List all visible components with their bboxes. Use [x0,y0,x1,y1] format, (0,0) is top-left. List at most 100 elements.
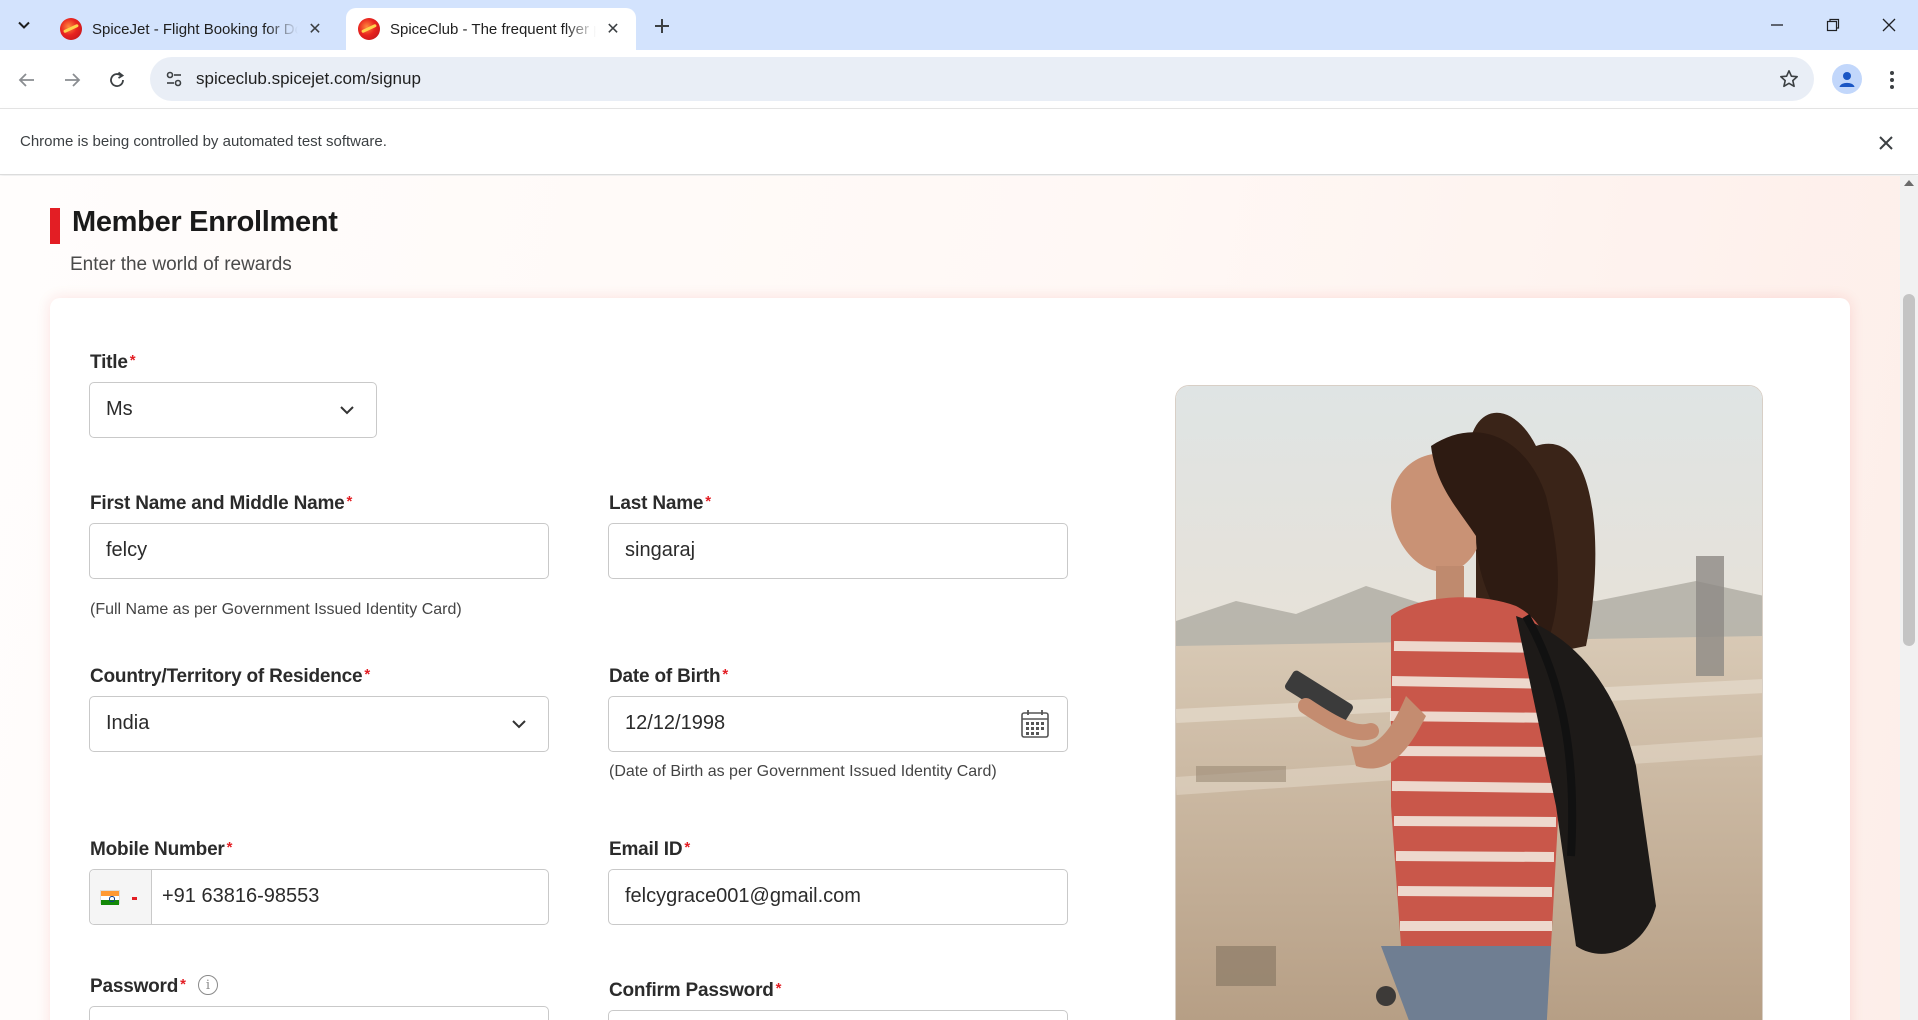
star-icon [1780,70,1798,88]
country-label-text: Country/Territory of Residence [90,666,363,687]
first-name-label-text: First Name and Middle Name [90,493,345,514]
site-info-button[interactable] [160,65,188,93]
tab-search-button[interactable] [8,11,40,39]
infobar-message: Chrome is being controlled by automated … [20,133,387,150]
title-select-value: Ms [106,398,133,420]
india-flag-icon [100,890,120,905]
required-mark: * [684,839,691,856]
dob-input[interactable]: 12/12/1998 [608,696,1068,752]
scrollbar-thumb[interactable] [1903,294,1915,646]
last-name-value: singaraj [625,539,696,561]
dob-value: 12/12/1998 [625,712,726,734]
required-mark: * [722,666,729,683]
tab-spiceclub[interactable]: SpiceClub - The frequent flyer program ✕ [346,8,636,50]
bookmark-button[interactable] [1776,66,1802,92]
chevron-down-icon [340,406,354,415]
address-bar[interactable]: spiceclub.spicejet.com/signup [150,57,1814,101]
new-tab-button[interactable] [648,12,676,40]
automation-infobar: Chrome is being controlled by automated … [0,108,1918,175]
spicejet-favicon-icon [60,18,82,40]
required-mark: * [226,839,233,856]
arrow-left-icon [18,73,34,87]
email-input[interactable]: felcygrace001@gmail.com [608,869,1068,925]
page-scrollbar[interactable] [1900,176,1918,1020]
title-select[interactable]: Ms [89,382,377,438]
infobar-close-button[interactable] [1874,131,1898,155]
first-name-input[interactable]: felcy [89,523,549,579]
arrow-right-icon [65,73,81,87]
close-icon [1879,136,1893,150]
profile-button[interactable] [1832,64,1862,94]
page-viewport: Member Enrollment Enter the world of rew… [0,176,1900,1020]
email-value: felcygrace001@gmail.com [625,885,861,907]
person-icon [1839,72,1855,87]
forward-button[interactable] [56,64,88,96]
dropdown-caret-icon [132,897,137,900]
reload-icon [110,71,125,87]
mobile-label-text: Mobile Number [90,839,225,860]
last-name-label: Last Name * [609,493,711,515]
calendar-icon[interactable] [1019,708,1051,740]
password-input[interactable] [89,1006,549,1020]
close-tab-icon[interactable]: ✕ [304,18,326,40]
mobile-input[interactable]: +91 63816-98553 [89,869,549,925]
first-name-label: First Name and Middle Name * [90,493,352,515]
required-mark: * [364,666,371,683]
dob-label-text: Date of Birth [609,666,721,687]
confirm-password-label: Confirm Password * [609,980,782,1002]
password-label-text: Password [90,976,179,997]
close-icon [1882,18,1896,32]
password-info-icon[interactable]: i [198,975,218,995]
country-code-selector[interactable] [90,870,152,924]
scroll-up-arrow-icon[interactable] [1904,180,1914,186]
confirm-password-label-text: Confirm Password [609,980,774,1001]
mobile-label: Mobile Number * [90,839,232,861]
close-tab-icon[interactable]: ✕ [602,18,624,40]
kebab-menu-icon [1890,71,1894,89]
hero-image-traveler [1175,385,1763,1020]
browser-toolbar: spiceclub.spicejet.com/signup [0,50,1918,108]
back-button[interactable] [11,64,43,96]
email-label: Email ID * [609,839,690,861]
country-label: Country/Territory of Residence * [90,666,370,688]
mobile-value: +91 63816-98553 [162,885,320,907]
last-name-input[interactable]: singaraj [608,523,1068,579]
tune-icon [166,71,182,87]
browser-menu-button[interactable] [1876,64,1908,96]
tab-title: SpiceJet - Flight Booking for Domestic a… [92,20,298,38]
url-text[interactable]: spiceclub.spicejet.com/signup [196,69,421,89]
required-mark: * [180,976,186,993]
title-label-text: Title [90,352,128,373]
chevron-down-icon [18,21,30,29]
reload-button[interactable] [101,64,133,96]
last-name-label-text: Last Name [609,493,704,514]
first-name-value: felcy [106,539,148,561]
required-mark: * [129,352,136,369]
dob-label: Date of Birth * [609,666,728,688]
required-mark: * [775,980,782,997]
required-mark: * [705,493,711,510]
country-select-value: India [106,712,150,734]
tab-title: SpiceClub - The frequent flyer program [390,20,596,38]
dob-helper: (Date of Birth as per Government Issued … [609,763,997,780]
password-label: Password * [90,976,186,998]
title-label: Title * [90,352,136,374]
close-window-button[interactable] [1866,10,1912,40]
first-name-helper: (Full Name as per Government Issued Iden… [90,601,462,618]
tab-spicejet[interactable]: SpiceJet - Flight Booking for Domestic a… [48,8,338,50]
restore-icon [1826,18,1840,32]
spicejet-favicon-icon [358,18,380,40]
page-title: Member Enrollment [72,206,338,238]
browser-tab-strip: SpiceJet - Flight Booking for Domestic a… [0,0,1918,50]
minimize-button[interactable] [1754,10,1800,40]
chevron-down-icon [512,720,526,729]
page-subtitle: Enter the world of rewards [70,254,292,275]
required-mark: * [346,493,353,510]
title-accent-bar [50,208,60,244]
plus-icon [655,19,669,33]
restore-button[interactable] [1810,10,1856,40]
minimize-icon [1771,24,1783,26]
confirm-password-input[interactable] [608,1010,1068,1020]
country-select[interactable]: India [89,696,549,752]
email-label-text: Email ID [609,839,683,860]
